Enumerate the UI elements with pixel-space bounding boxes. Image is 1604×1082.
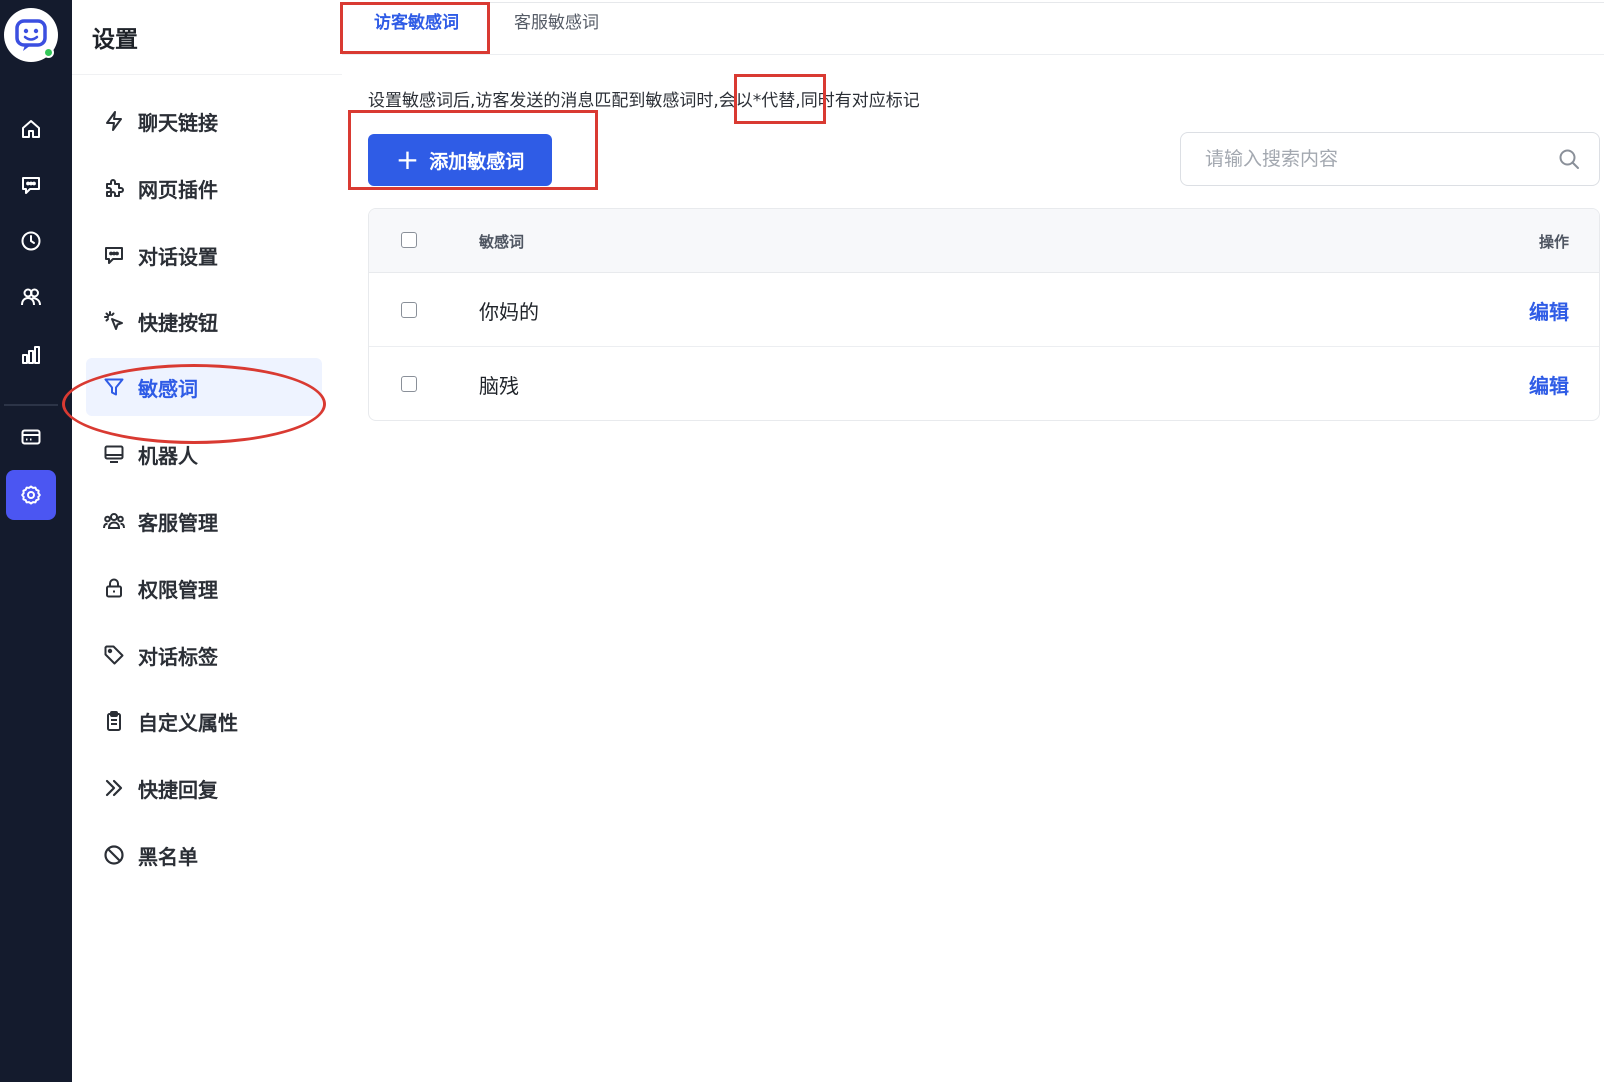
- menu-item-label: 对话标签: [138, 644, 218, 669]
- row-checkbox[interactable]: [401, 376, 417, 392]
- search-input[interactable]: [1203, 147, 1557, 171]
- rail-divider: [4, 404, 58, 406]
- add-button-label: 添加敏感词: [429, 150, 525, 173]
- main-content: 访客敏感词 客服敏感词 设置敏感词后,访客发送的消息匹配到敏感词时,会以*代替,…: [342, 0, 1604, 1082]
- menu-item-dialog-tags[interactable]: 对话标签: [86, 626, 322, 684]
- menu-item-label: 黑名单: [138, 844, 198, 869]
- settings-menu: 设置 聊天链接 网页插件 对话设置 快捷按钮 敏感词 机器人 客服管理 权限管理…: [72, 0, 342, 1082]
- sensitive-words-table: 敏感词 操作 你妈的 编辑 脑残 编辑: [368, 208, 1600, 421]
- lock-icon: [106, 578, 122, 598]
- double-chevron-icon: [105, 779, 123, 797]
- clipboard-icon: [107, 711, 121, 731]
- top-border: [342, 2, 1604, 3]
- menu-item-dialog-settings[interactable]: 对话设置: [86, 226, 322, 284]
- card-icon: [21, 429, 41, 445]
- nav-card[interactable]: [6, 412, 56, 462]
- row-word: 你妈的: [479, 300, 539, 324]
- history-icon: [21, 231, 41, 251]
- menu-item-custom-attributes[interactable]: 自定义属性: [86, 692, 322, 750]
- menu-item-label: 对话设置: [138, 244, 218, 269]
- tag-icon: [104, 645, 124, 665]
- plus-icon: +: [395, 143, 420, 176]
- lightning-icon: [106, 111, 122, 131]
- nav-chat[interactable]: [6, 160, 56, 210]
- online-status-dot: [43, 47, 54, 58]
- tabs-divider: [342, 54, 1604, 55]
- menu-item-agent-management[interactable]: 客服管理: [86, 492, 322, 550]
- menu-item-label: 快捷按钮: [138, 310, 218, 335]
- menu-item-sensitive-words[interactable]: 敏感词: [86, 358, 322, 416]
- menu-item-label: 敏感词: [138, 376, 198, 401]
- menu-item-web-plugin[interactable]: 网页插件: [86, 159, 322, 217]
- nav-home[interactable]: [6, 104, 56, 154]
- tab-agent-sensitive-words[interactable]: 客服敏感词: [514, 8, 599, 38]
- chat-bot-logo-icon[interactable]: [4, 8, 58, 62]
- cursor-click-icon: [104, 311, 123, 330]
- nav-settings[interactable]: [6, 470, 56, 520]
- row-word: 脑残: [479, 374, 519, 398]
- edit-link[interactable]: 编辑: [1529, 296, 1569, 325]
- row-checkbox[interactable]: [401, 302, 417, 318]
- select-all-checkbox[interactable]: [401, 232, 417, 248]
- menu-item-label: 网页插件: [138, 177, 218, 202]
- menu-item-label: 权限管理: [138, 577, 218, 602]
- search-icon[interactable]: [1557, 147, 1581, 171]
- icon-rail: [0, 0, 72, 1082]
- chat-bubble-icon: [105, 247, 123, 264]
- team-icon: [103, 513, 125, 529]
- table-row: 脑残 编辑: [369, 347, 1599, 420]
- monitor-icon: [104, 445, 124, 463]
- header-action: 操作: [1538, 233, 1569, 251]
- menu-title: 设置: [92, 27, 138, 53]
- menu-item-label: 机器人: [138, 443, 198, 468]
- menu-item-quick-reply[interactable]: 快捷回复: [86, 759, 322, 817]
- menu-item-label: 聊天链接: [138, 110, 218, 135]
- nav-users[interactable]: [6, 272, 56, 322]
- chat-icon: [22, 177, 40, 194]
- puzzle-icon: [106, 179, 124, 197]
- menu-item-label: 自定义属性: [138, 710, 238, 735]
- menu-item-robot[interactable]: 机器人: [86, 425, 322, 483]
- ban-icon: [104, 845, 124, 865]
- search-box[interactable]: [1180, 132, 1600, 186]
- users-icon: [21, 288, 41, 306]
- menu-item-chat-link[interactable]: 聊天链接: [86, 92, 322, 150]
- nav-analytics[interactable]: [6, 330, 56, 380]
- tab-visitor-sensitive-words[interactable]: 访客敏感词: [374, 8, 459, 38]
- menu-item-label: 快捷回复: [138, 777, 218, 802]
- table-row: 你妈的 编辑: [369, 273, 1599, 347]
- menu-title-divider: [72, 74, 342, 75]
- menu-item-permission-management[interactable]: 权限管理: [86, 559, 322, 617]
- filter-icon: [104, 378, 124, 396]
- home-icon: [22, 120, 40, 138]
- table-header: 敏感词 操作: [369, 209, 1599, 273]
- nav-history[interactable]: [6, 216, 56, 266]
- analytics-icon: [22, 346, 40, 364]
- menu-item-blacklist[interactable]: 黑名单: [86, 826, 322, 884]
- settings-icon: [21, 485, 41, 505]
- menu-item-label: 客服管理: [138, 510, 218, 535]
- description-text: 设置敏感词后,访客发送的消息匹配到敏感词时,会以*代替,同时有对应标记: [368, 91, 920, 111]
- add-sensitive-word-button[interactable]: + 添加敏感词: [368, 134, 552, 186]
- header-word: 敏感词: [479, 233, 525, 251]
- chat-bot-logo-icon: [15, 19, 47, 51]
- edit-link[interactable]: 编辑: [1529, 370, 1569, 399]
- menu-item-quick-buttons[interactable]: 快捷按钮: [86, 292, 322, 350]
